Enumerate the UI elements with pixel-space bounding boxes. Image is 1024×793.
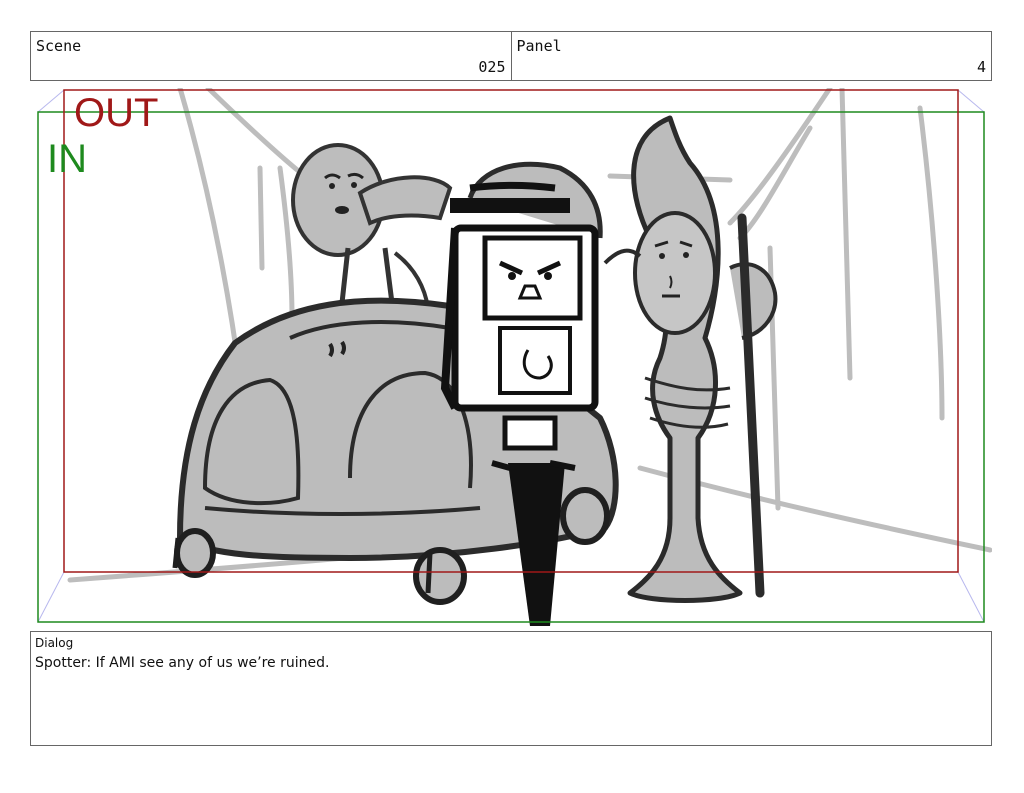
panel-cell: Panel 4	[510, 32, 992, 80]
panel-number[interactable]: 4	[977, 58, 986, 76]
scene-label: Scene	[36, 37, 82, 55]
scene-number[interactable]: 025	[478, 58, 505, 76]
right-character	[603, 115, 778, 603]
dialog-label: Dialog	[35, 636, 74, 650]
out-frame-label: OUT	[74, 91, 158, 135]
panel-label: Panel	[516, 37, 562, 55]
storyboard-frame[interactable]: OUT IN	[30, 88, 992, 626]
panel-header: Scene 025 Panel 4	[30, 31, 992, 81]
dialog-box: Dialog Spotter: If AMI see any of us we’…	[30, 631, 992, 746]
left-character	[291, 143, 453, 309]
dialog-text[interactable]: Spotter: If AMI see any of us we’re ruin…	[35, 655, 329, 671]
storyboard-sketch: OUT IN	[37, 88, 992, 626]
in-frame-label: IN	[47, 137, 87, 181]
center-character	[440, 161, 603, 626]
scene-cell: Scene 025	[31, 32, 511, 80]
